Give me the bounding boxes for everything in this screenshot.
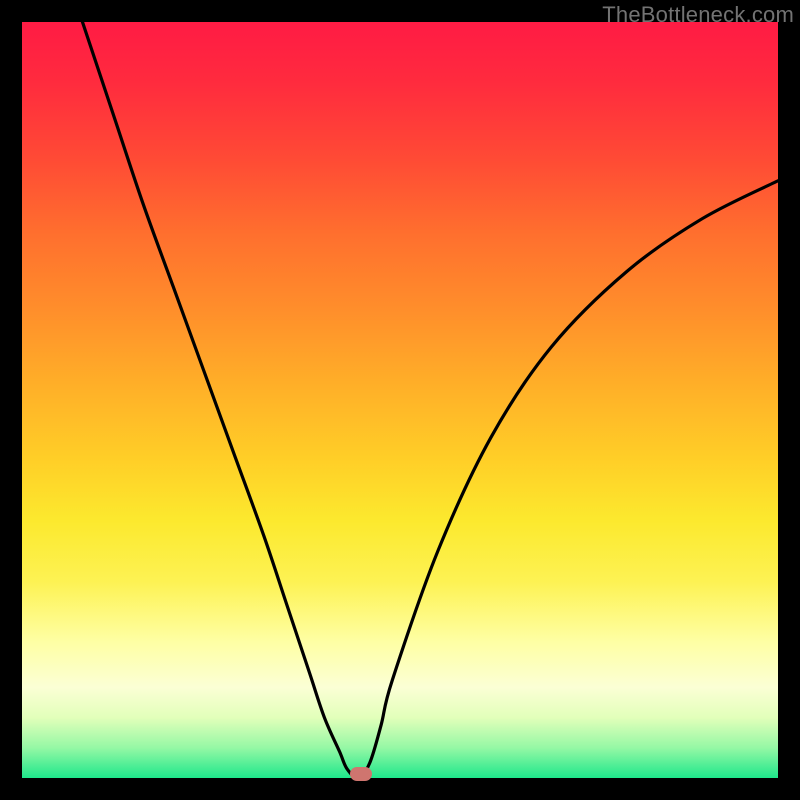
chart-frame: TheBottleneck.com bbox=[0, 0, 800, 800]
plot-area bbox=[22, 22, 778, 778]
optimum-marker bbox=[350, 767, 372, 781]
bottleneck-curve bbox=[22, 22, 778, 778]
